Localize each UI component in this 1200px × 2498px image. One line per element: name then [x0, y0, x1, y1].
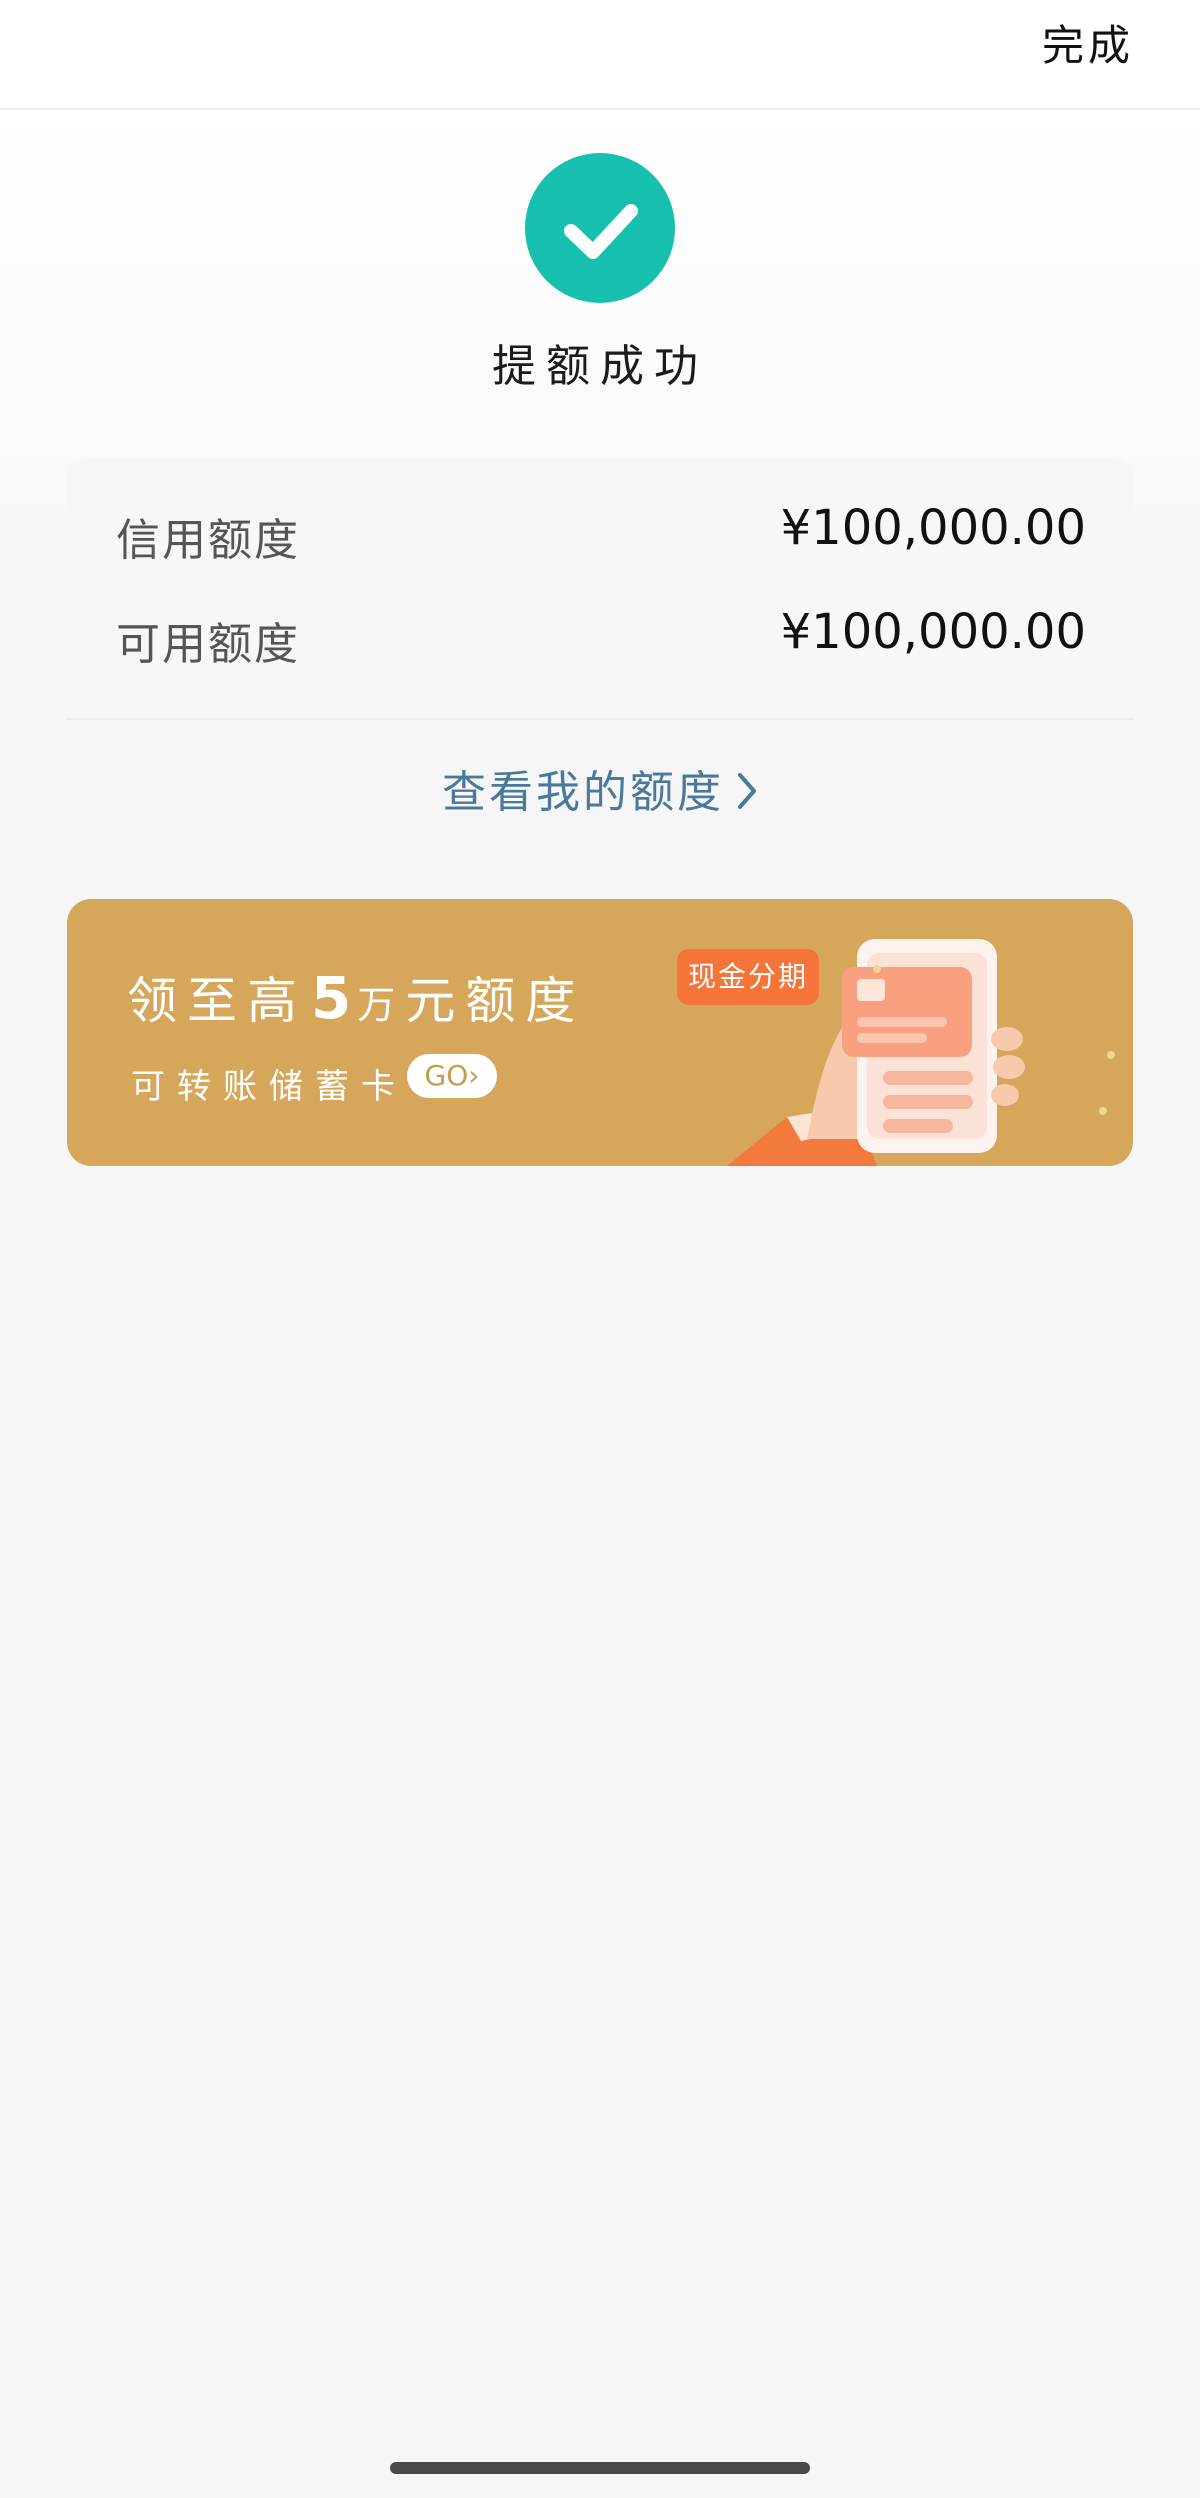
available-limit-value: ¥100,000.00 — [780, 604, 1086, 660]
available-limit-row: 可用额度 ¥100,000.00 — [116, 604, 1086, 670]
credit-limit-row: 信用额度 ¥100,000.00 — [116, 500, 1086, 566]
top-bar: 完成 — [0, 0, 1200, 110]
done-button[interactable]: 完成 — [1042, 12, 1134, 73]
success-title: 提额成功 — [492, 341, 708, 392]
promo-banner[interactable]: 领至高5 万元额度 可转账储蓄卡 GO› 现金分期 — [67, 899, 1133, 1166]
view-my-limit-link[interactable]: 查看我的额度 — [0, 756, 1200, 822]
promo-headline-suffix: 元额度 — [405, 972, 586, 1030]
view-my-limit-label: 查看我的额度 — [442, 767, 724, 818]
promo-headline-unit: 万 — [357, 983, 406, 1027]
go-button[interactable]: GO› — [407, 1054, 497, 1098]
chevron-right-icon: › — [468, 1059, 480, 1092]
chevron-right-icon — [736, 771, 758, 822]
credit-limit-label: 信用额度 — [116, 515, 300, 566]
main-content: 提额成功 信用额度 ¥100,000.00 可用额度 ¥100,000.00 查… — [0, 110, 1200, 2450]
cash-installment-badge: 现金分期 — [677, 949, 819, 1005]
go-label: GO — [424, 1059, 469, 1092]
promo-headline-prefix: 领至高 — [127, 972, 307, 1030]
home-indicator[interactable] — [390, 2462, 810, 2474]
checkmark-icon — [525, 153, 675, 303]
available-limit-label: 可用额度 — [116, 619, 300, 670]
limits-card: 信用额度 ¥100,000.00 可用额度 ¥100,000.00 — [66, 458, 1134, 720]
promo-headline-amount: 5 — [311, 964, 354, 1032]
phone-illustration — [727, 939, 1115, 1166]
promo-headline: 领至高5 万元额度 — [127, 961, 585, 1033]
promo-subtitle: 可转账储蓄卡 — [131, 1067, 407, 1107]
credit-limit-value: ¥100,000.00 — [780, 500, 1086, 556]
